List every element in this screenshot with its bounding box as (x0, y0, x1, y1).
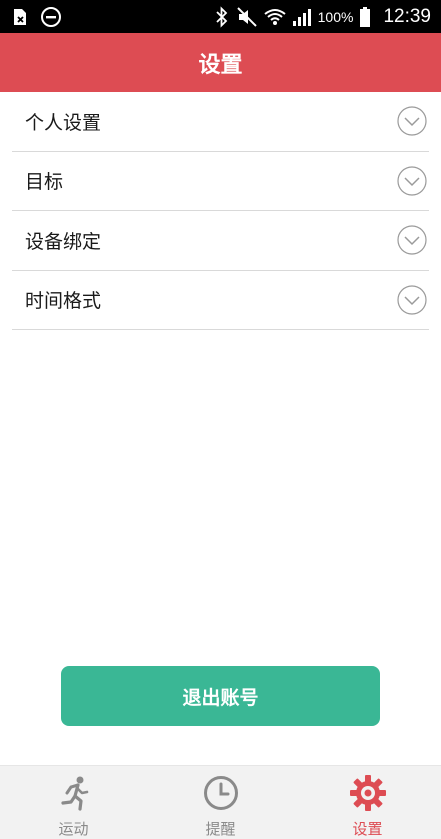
running-man-icon (55, 774, 93, 812)
sim-card-icon (10, 7, 30, 27)
clock-icon (202, 774, 240, 812)
do-not-disturb-icon (40, 6, 62, 28)
nav-label: 设置 (352, 820, 383, 838)
settings-item-time-format[interactable]: 时间格式 (12, 271, 429, 330)
signal-icon (292, 7, 312, 27)
nav-label: 提醒 (205, 820, 236, 838)
settings-item-personal[interactable]: 个人设置 (12, 92, 429, 152)
app-header: 设置 (0, 33, 441, 92)
logout-label: 退出账号 (182, 687, 259, 709)
nav-item-sport[interactable]: 运动 (0, 766, 147, 839)
bluetooth-icon (214, 5, 230, 28)
chevron-down-icon[interactable] (397, 285, 427, 315)
status-time: 12:39 (383, 5, 431, 27)
bottom-nav: 运动 提醒 设置 (0, 765, 441, 839)
settings-item-label: 设备绑定 (25, 230, 102, 253)
battery-percentage: 100% (317, 8, 354, 25)
nav-label: 运动 (58, 820, 89, 838)
logout-button[interactable]: 退出账号 (61, 666, 380, 726)
chevron-down-icon[interactable] (397, 166, 427, 196)
chevron-down-icon[interactable] (397, 106, 427, 136)
battery-icon (359, 6, 371, 28)
page-title: 设置 (198, 52, 243, 78)
wifi-icon (264, 7, 286, 27)
nav-item-settings[interactable]: 设置 (294, 766, 441, 839)
settings-item-label: 目标 (25, 171, 64, 194)
chevron-down-icon[interactable] (397, 225, 427, 255)
settings-item-label: 时间格式 (25, 290, 102, 313)
settings-item-goal[interactable]: 目标 (12, 152, 429, 211)
settings-item-label: 个人设置 (25, 111, 102, 134)
status-bar: 100% 12:39 (0, 0, 441, 33)
nav-item-reminder[interactable]: 提醒 (147, 766, 294, 839)
mute-icon (236, 6, 258, 28)
gear-icon (349, 774, 387, 812)
settings-list: 个人设置 目标 设备绑定 时间格式 (12, 92, 429, 330)
settings-item-device-binding[interactable]: 设备绑定 (12, 211, 429, 271)
